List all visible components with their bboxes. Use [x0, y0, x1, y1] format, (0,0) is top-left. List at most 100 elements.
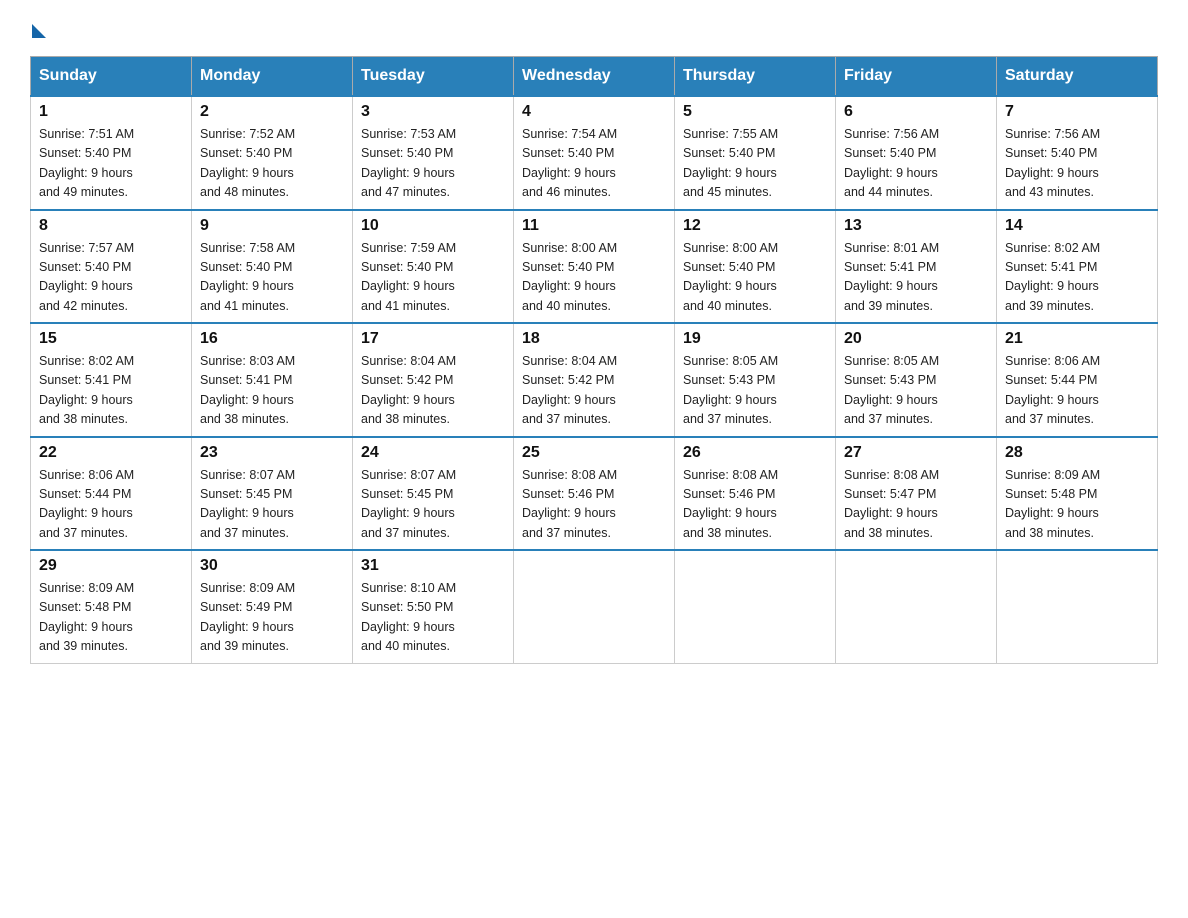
- day-info: Sunrise: 7:57 AMSunset: 5:40 PMDaylight:…: [39, 239, 183, 317]
- calendar-cell: 20 Sunrise: 8:05 AMSunset: 5:43 PMDayligh…: [836, 323, 997, 437]
- day-info: Sunrise: 7:54 AMSunset: 5:40 PMDaylight:…: [522, 125, 666, 203]
- day-number: 25: [522, 444, 666, 462]
- day-info: Sunrise: 8:08 AMSunset: 5:47 PMDaylight:…: [844, 466, 988, 544]
- day-info: Sunrise: 8:02 AMSunset: 5:41 PMDaylight:…: [39, 352, 183, 430]
- day-info: Sunrise: 8:04 AMSunset: 5:42 PMDaylight:…: [522, 352, 666, 430]
- day-info: Sunrise: 8:04 AMSunset: 5:42 PMDaylight:…: [361, 352, 505, 430]
- calendar-cell: 15Sunrise: 8:02 AMSunset: 5:41 PMDayligh…: [31, 323, 192, 437]
- day-number: 17: [361, 330, 505, 348]
- calendar-cell: 29 Sunrise: 8:09 AMSunset: 5:48 PMDayligh…: [31, 550, 192, 663]
- day-info: Sunrise: 8:07 AMSunset: 5:45 PMDaylight:…: [200, 466, 344, 544]
- calendar-header-row: SundayMondayTuesdayWednesdayThursdayFrid…: [31, 57, 1158, 97]
- day-info: Sunrise: 8:09 AMSunset: 5:49 PMDaylight:…: [200, 579, 344, 657]
- calendar-cell: 10 Sunrise: 7:59 AMSunset: 5:40 PMDayligh…: [353, 210, 514, 324]
- day-info: Sunrise: 7:53 AMSunset: 5:40 PMDaylight:…: [361, 125, 505, 203]
- day-number: 31: [361, 557, 505, 575]
- day-info: Sunrise: 8:08 AMSunset: 5:46 PMDaylight:…: [522, 466, 666, 544]
- day-info: Sunrise: 8:00 AMSunset: 5:40 PMDaylight:…: [683, 239, 827, 317]
- calendar-cell: 2Sunrise: 7:52 AMSunset: 5:40 PMDaylight…: [192, 96, 353, 210]
- day-info: Sunrise: 8:06 AMSunset: 5:44 PMDaylight:…: [1005, 352, 1149, 430]
- calendar-cell: 6 Sunrise: 7:56 AMSunset: 5:40 PMDaylight…: [836, 96, 997, 210]
- calendar-cell: 12 Sunrise: 8:00 AMSunset: 5:40 PMDayligh…: [675, 210, 836, 324]
- day-info: Sunrise: 8:02 AMSunset: 5:41 PMDaylight:…: [1005, 239, 1149, 317]
- day-number: 9: [200, 217, 344, 235]
- calendar-cell: [997, 550, 1158, 663]
- day-number: 10: [361, 217, 505, 235]
- day-number: 24: [361, 444, 505, 462]
- day-info: Sunrise: 8:07 AMSunset: 5:45 PMDaylight:…: [361, 466, 505, 544]
- day-info: Sunrise: 8:05 AMSunset: 5:43 PMDaylight:…: [683, 352, 827, 430]
- day-info: Sunrise: 8:10 AMSunset: 5:50 PMDaylight:…: [361, 579, 505, 657]
- week-row-1: 1 Sunrise: 7:51 AMSunset: 5:40 PMDaylight…: [31, 96, 1158, 210]
- calendar-table: SundayMondayTuesdayWednesdayThursdayFrid…: [30, 56, 1158, 664]
- calendar-cell: 11 Sunrise: 8:00 AMSunset: 5:40 PMDayligh…: [514, 210, 675, 324]
- column-header-friday: Friday: [836, 57, 997, 97]
- day-info: Sunrise: 7:51 AMSunset: 5:40 PMDaylight:…: [39, 125, 183, 203]
- calendar-cell: 14 Sunrise: 8:02 AMSunset: 5:41 PMDayligh…: [997, 210, 1158, 324]
- calendar-cell: 1 Sunrise: 7:51 AMSunset: 5:40 PMDaylight…: [31, 96, 192, 210]
- day-number: 13: [844, 217, 988, 235]
- day-number: 14: [1005, 217, 1149, 235]
- day-number: 27: [844, 444, 988, 462]
- day-number: 1: [39, 103, 183, 121]
- day-number: 22: [39, 444, 183, 462]
- column-header-tuesday: Tuesday: [353, 57, 514, 97]
- calendar-cell: 9 Sunrise: 7:58 AMSunset: 5:40 PMDaylight…: [192, 210, 353, 324]
- calendar-cell: 16 Sunrise: 8:03 AMSunset: 5:41 PMDayligh…: [192, 323, 353, 437]
- day-number: 4: [522, 103, 666, 121]
- calendar-cell: 30 Sunrise: 8:09 AMSunset: 5:49 PMDayligh…: [192, 550, 353, 663]
- week-row-3: 15Sunrise: 8:02 AMSunset: 5:41 PMDayligh…: [31, 323, 1158, 437]
- day-info: Sunrise: 7:52 AMSunset: 5:40 PMDaylight:…: [200, 125, 344, 203]
- logo-arrow-icon: [32, 24, 46, 38]
- day-number: 3: [361, 103, 505, 121]
- calendar-cell: [675, 550, 836, 663]
- day-info: Sunrise: 7:56 AMSunset: 5:40 PMDaylight:…: [844, 125, 988, 203]
- day-number: 20: [844, 330, 988, 348]
- day-number: 23: [200, 444, 344, 462]
- day-info: Sunrise: 8:01 AMSunset: 5:41 PMDaylight:…: [844, 239, 988, 317]
- day-number: 11: [522, 217, 666, 235]
- day-number: 30: [200, 557, 344, 575]
- day-number: 7: [1005, 103, 1149, 121]
- day-number: 12: [683, 217, 827, 235]
- day-info: Sunrise: 8:09 AMSunset: 5:48 PMDaylight:…: [39, 579, 183, 657]
- day-number: 8: [39, 217, 183, 235]
- day-info: Sunrise: 7:59 AMSunset: 5:40 PMDaylight:…: [361, 239, 505, 317]
- calendar-cell: 13 Sunrise: 8:01 AMSunset: 5:41 PMDayligh…: [836, 210, 997, 324]
- calendar-cell: 27 Sunrise: 8:08 AMSunset: 5:47 PMDayligh…: [836, 437, 997, 551]
- day-number: 6: [844, 103, 988, 121]
- column-header-thursday: Thursday: [675, 57, 836, 97]
- page-header: [30, 20, 1158, 36]
- day-number: 28: [1005, 444, 1149, 462]
- calendar-cell: [836, 550, 997, 663]
- day-info: Sunrise: 8:00 AMSunset: 5:40 PMDaylight:…: [522, 239, 666, 317]
- column-header-wednesday: Wednesday: [514, 57, 675, 97]
- calendar-cell: 21 Sunrise: 8:06 AMSunset: 5:44 PMDayligh…: [997, 323, 1158, 437]
- calendar-cell: 31 Sunrise: 8:10 AMSunset: 5:50 PMDayligh…: [353, 550, 514, 663]
- day-info: Sunrise: 8:03 AMSunset: 5:41 PMDaylight:…: [200, 352, 344, 430]
- week-row-5: 29 Sunrise: 8:09 AMSunset: 5:48 PMDayligh…: [31, 550, 1158, 663]
- calendar-cell: 18Sunrise: 8:04 AMSunset: 5:42 PMDayligh…: [514, 323, 675, 437]
- day-info: Sunrise: 7:58 AMSunset: 5:40 PMDaylight:…: [200, 239, 344, 317]
- day-number: 29: [39, 557, 183, 575]
- day-number: 16: [200, 330, 344, 348]
- day-info: Sunrise: 8:05 AMSunset: 5:43 PMDaylight:…: [844, 352, 988, 430]
- week-row-4: 22Sunrise: 8:06 AMSunset: 5:44 PMDayligh…: [31, 437, 1158, 551]
- column-header-monday: Monday: [192, 57, 353, 97]
- calendar-cell: 4 Sunrise: 7:54 AMSunset: 5:40 PMDaylight…: [514, 96, 675, 210]
- logo: [30, 20, 46, 36]
- calendar-cell: 19 Sunrise: 8:05 AMSunset: 5:43 PMDayligh…: [675, 323, 836, 437]
- calendar-cell: 3 Sunrise: 7:53 AMSunset: 5:40 PMDaylight…: [353, 96, 514, 210]
- column-header-sunday: Sunday: [31, 57, 192, 97]
- calendar-cell: 26Sunrise: 8:08 AMSunset: 5:46 PMDayligh…: [675, 437, 836, 551]
- calendar-cell: 7Sunrise: 7:56 AMSunset: 5:40 PMDaylight…: [997, 96, 1158, 210]
- calendar-cell: 24 Sunrise: 8:07 AMSunset: 5:45 PMDayligh…: [353, 437, 514, 551]
- column-header-saturday: Saturday: [997, 57, 1158, 97]
- day-number: 26: [683, 444, 827, 462]
- day-info: Sunrise: 8:09 AMSunset: 5:48 PMDaylight:…: [1005, 466, 1149, 544]
- day-number: 19: [683, 330, 827, 348]
- calendar-cell: [514, 550, 675, 663]
- day-number: 21: [1005, 330, 1149, 348]
- calendar-cell: 28 Sunrise: 8:09 AMSunset: 5:48 PMDayligh…: [997, 437, 1158, 551]
- calendar-cell: 8 Sunrise: 7:57 AMSunset: 5:40 PMDaylight…: [31, 210, 192, 324]
